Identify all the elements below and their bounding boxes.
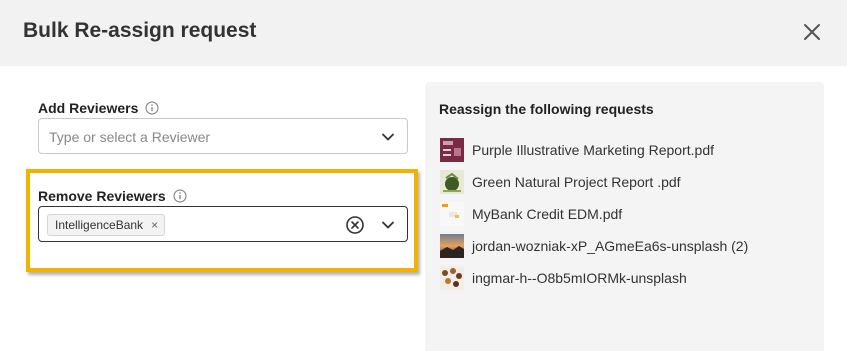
purple-report-thumbnail xyxy=(440,138,464,162)
remove-reviewers-select[interactable]: IntelligenceBank × xyxy=(38,206,408,242)
panel-title: Reassign the following requests xyxy=(439,101,654,117)
request-name: Purple Illustrative Marketing Report.pdf xyxy=(472,142,714,158)
reviewer-tag: IntelligenceBank × xyxy=(47,214,166,236)
dialog-title: Bulk Re-assign request xyxy=(23,19,257,42)
tag-remove-button[interactable]: × xyxy=(151,218,158,232)
add-reviewers-select[interactable]: Type or select a Reviewer xyxy=(38,118,408,154)
mybank-edm-thumbnail xyxy=(440,202,464,226)
request-list: Purple Illustrative Marketing Report.pdf… xyxy=(440,134,748,294)
add-reviewers-placeholder: Type or select a Reviewer xyxy=(49,129,211,145)
request-name: jordan-wozniak-xP_AGmeEa6s-unsplash (2) xyxy=(472,238,749,254)
requests-panel: Reassign the following requests Purple I… xyxy=(425,82,824,351)
list-item: ingmar-h--O8b5mIORMk-unsplash xyxy=(440,262,748,294)
chevron-down-icon[interactable] xyxy=(380,129,396,145)
close-icon[interactable] xyxy=(800,20,824,44)
list-item: MyBank Credit EDM.pdf xyxy=(440,198,748,230)
add-reviewers-label: Add Reviewers xyxy=(38,100,139,116)
dialog-header: Bulk Re-assign request xyxy=(0,0,847,66)
add-reviewers-label-row: Add Reviewers xyxy=(38,100,159,116)
request-name: Green Natural Project Report .pdf xyxy=(472,174,681,190)
remove-reviewers-label-row: Remove Reviewers xyxy=(38,188,187,204)
list-item: Green Natural Project Report .pdf xyxy=(440,166,748,198)
leaves-photo-thumbnail xyxy=(440,266,464,290)
sunset-photo-thumbnail xyxy=(440,234,464,258)
list-item: Purple Illustrative Marketing Report.pdf xyxy=(440,134,748,166)
info-icon[interactable] xyxy=(145,101,159,115)
green-report-thumbnail xyxy=(440,170,464,194)
reviewer-tag-label: IntelligenceBank xyxy=(55,218,144,232)
request-name: ingmar-h--O8b5mIORMk-unsplash xyxy=(472,270,687,286)
chevron-down-icon[interactable] xyxy=(380,217,396,233)
remove-reviewers-label: Remove Reviewers xyxy=(38,188,166,204)
info-icon[interactable] xyxy=(173,189,187,203)
clear-icon[interactable] xyxy=(345,215,365,235)
request-name: MyBank Credit EDM.pdf xyxy=(472,206,623,222)
list-item: jordan-wozniak-xP_AGmeEa6s-unsplash (2) xyxy=(440,230,748,262)
